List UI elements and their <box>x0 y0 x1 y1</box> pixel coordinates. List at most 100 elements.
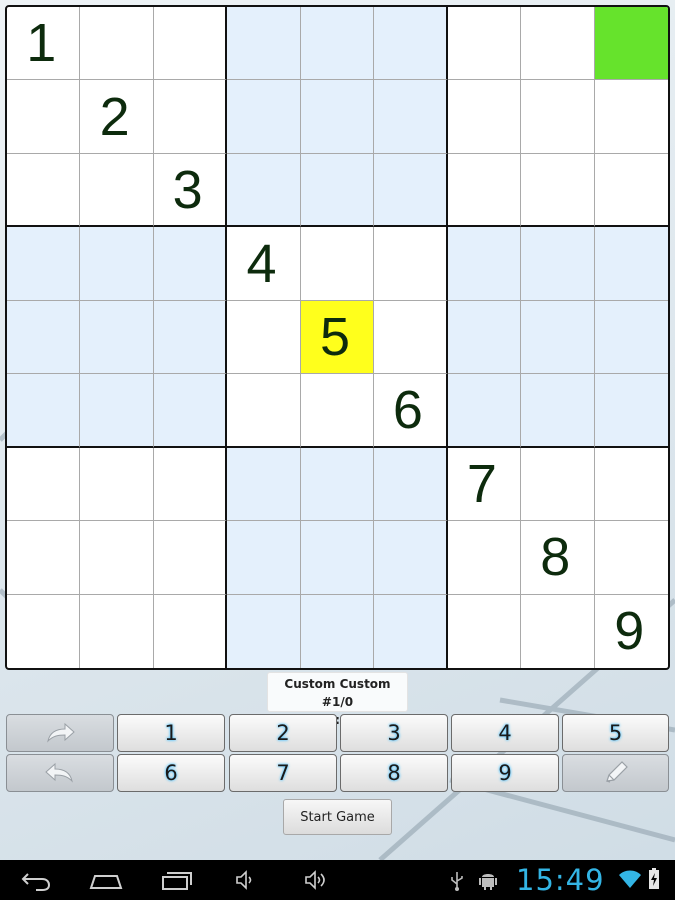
sudoku-cell-r5c5[interactable]: 5 <box>300 300 375 375</box>
sudoku-cell-r7c2[interactable] <box>80 447 154 522</box>
undo-arrow-icon <box>45 762 73 783</box>
sudoku-cell-r1c6[interactable] <box>374 7 448 81</box>
sudoku-cell-r4c7[interactable] <box>447 227 522 301</box>
sudoku-cell-r6c2[interactable] <box>80 374 154 448</box>
sudoku-cell-r1c7[interactable] <box>447 7 522 81</box>
sudoku-cell-r8c4[interactable] <box>227 521 301 595</box>
sudoku-cell-r8c2[interactable] <box>80 521 154 595</box>
digit-button-7[interactable]: 7 <box>229 754 337 792</box>
sudoku-cell-r3c3[interactable]: 3 <box>153 153 228 228</box>
sudoku-cell-r1c4[interactable] <box>227 7 301 81</box>
sudoku-cell-r8c9[interactable] <box>594 521 668 595</box>
sudoku-cell-r8c8[interactable]: 8 <box>521 521 595 595</box>
sudoku-cell-r1c3[interactable] <box>153 7 228 81</box>
digit-button-6[interactable]: 6 <box>117 754 225 792</box>
digit-button-5[interactable]: 5 <box>562 714 669 752</box>
redo-button[interactable] <box>6 714 114 752</box>
sudoku-cell-r9c3[interactable] <box>154 594 228 668</box>
sudoku-cell-r1c1[interactable]: 1 <box>7 7 81 81</box>
sudoku-cell-r9c7[interactable] <box>448 594 522 668</box>
sudoku-cell-r6c7[interactable] <box>447 374 522 448</box>
home-icon[interactable] <box>89 868 123 892</box>
sudoku-cell-r5c7[interactable] <box>447 300 522 375</box>
undo-button[interactable] <box>6 754 114 792</box>
sudoku-cell-r6c9[interactable] <box>594 374 668 448</box>
sudoku-cell-r7c8[interactable] <box>521 447 595 522</box>
sudoku-cell-r4c1[interactable] <box>7 227 81 301</box>
sudoku-cell-r7c3[interactable] <box>153 447 228 522</box>
sudoku-cell-r5c6[interactable] <box>374 300 448 375</box>
sudoku-cell-r3c1[interactable] <box>7 153 81 228</box>
sudoku-cell-r7c6[interactable] <box>374 447 448 522</box>
sudoku-cell-r5c4[interactable] <box>227 300 301 375</box>
sudoku-cell-r2c9[interactable] <box>594 80 668 154</box>
pencil-mode-button[interactable] <box>562 754 669 792</box>
sudoku-cell-r8c5[interactable] <box>300 521 375 595</box>
sudoku-cell-r8c3[interactable] <box>153 521 228 595</box>
sudoku-cell-r2c1[interactable] <box>7 80 81 154</box>
digit-button-9[interactable]: 9 <box>451 754 559 792</box>
sudoku-cell-r7c7[interactable]: 7 <box>447 447 522 522</box>
sudoku-cell-r3c6[interactable] <box>374 153 448 228</box>
sudoku-cell-r2c5[interactable] <box>300 80 375 154</box>
sudoku-cell-r8c1[interactable] <box>7 521 81 595</box>
sudoku-cell-r4c2[interactable] <box>80 227 154 301</box>
digit-button-4[interactable]: 4 <box>451 714 559 752</box>
sudoku-cell-r1c9[interactable] <box>594 7 668 81</box>
sudoku-cell-r2c4[interactable] <box>227 80 301 154</box>
sudoku-cell-r8c7[interactable] <box>447 521 522 595</box>
sudoku-cell-r4c4[interactable]: 4 <box>227 227 301 301</box>
digit-button-8[interactable]: 8 <box>340 754 448 792</box>
sudoku-cell-r1c8[interactable] <box>521 7 595 81</box>
sudoku-cell-r6c5[interactable] <box>300 374 375 448</box>
sudoku-cell-r7c9[interactable] <box>594 448 668 522</box>
sudoku-cell-r4c6[interactable] <box>374 227 448 301</box>
sudoku-cell-r9c4[interactable] <box>227 594 301 668</box>
sudoku-cell-r6c6[interactable]: 6 <box>374 374 448 448</box>
sudoku-cell-r3c2[interactable] <box>80 153 154 228</box>
sudoku-cell-r3c8[interactable] <box>521 153 595 228</box>
sudoku-cell-r5c9[interactable] <box>594 300 668 375</box>
sudoku-cell-r3c7[interactable] <box>447 153 522 228</box>
sudoku-cell-r3c4[interactable] <box>227 153 301 228</box>
sudoku-cell-r9c9[interactable]: 9 <box>595 595 668 668</box>
sudoku-cell-r2c8[interactable] <box>521 80 595 154</box>
sudoku-cell-r8c6[interactable] <box>374 521 448 595</box>
sudoku-cell-r9c8[interactable] <box>521 594 595 668</box>
sudoku-cell-r7c5[interactable] <box>300 447 375 522</box>
sudoku-cell-r7c4[interactable] <box>227 447 301 522</box>
back-icon[interactable] <box>20 868 52 892</box>
sudoku-cell-r5c2[interactable] <box>80 300 154 375</box>
sudoku-cell-r2c6[interactable] <box>374 80 448 154</box>
sudoku-cell-r4c8[interactable] <box>521 227 595 301</box>
sudoku-cell-r4c5[interactable] <box>300 227 375 301</box>
digit-button-2[interactable]: 2 <box>229 714 337 752</box>
sudoku-cell-r3c9[interactable] <box>594 154 668 228</box>
sudoku-cell-r5c1[interactable] <box>7 300 81 375</box>
sudoku-cell-r2c7[interactable] <box>447 80 522 154</box>
digit-button-1[interactable]: 1 <box>117 714 225 752</box>
sudoku-cell-r4c3[interactable] <box>153 227 228 301</box>
sudoku-cell-r6c1[interactable] <box>7 374 81 448</box>
sudoku-cell-r6c3[interactable] <box>153 374 228 448</box>
sudoku-cell-r4c9[interactable] <box>594 227 668 301</box>
sudoku-cell-r9c6[interactable] <box>374 594 448 668</box>
sudoku-cell-r2c3[interactable] <box>153 80 228 154</box>
sudoku-cell-r9c1[interactable] <box>7 594 81 668</box>
sudoku-cell-r9c5[interactable] <box>300 594 375 668</box>
start-game-button[interactable]: Start Game <box>283 799 392 835</box>
sudoku-cell-r9c2[interactable] <box>80 594 154 668</box>
recent-apps-icon[interactable] <box>160 868 194 892</box>
sudoku-cell-r5c8[interactable] <box>521 300 595 375</box>
sudoku-cell-r1c5[interactable] <box>300 7 375 81</box>
sudoku-cell-r7c1[interactable] <box>7 447 81 522</box>
sudoku-cell-r1c2[interactable] <box>80 7 154 81</box>
digit-button-3[interactable]: 3 <box>340 714 448 752</box>
sudoku-cell-r2c2[interactable]: 2 <box>80 80 154 154</box>
sudoku-cell-r3c5[interactable] <box>300 153 375 228</box>
volume-down-icon[interactable] <box>234 868 258 892</box>
sudoku-cell-r5c3[interactable] <box>153 300 228 375</box>
sudoku-cell-r6c4[interactable] <box>227 374 301 448</box>
volume-up-icon[interactable] <box>303 868 331 892</box>
sudoku-cell-r6c8[interactable] <box>521 374 595 448</box>
